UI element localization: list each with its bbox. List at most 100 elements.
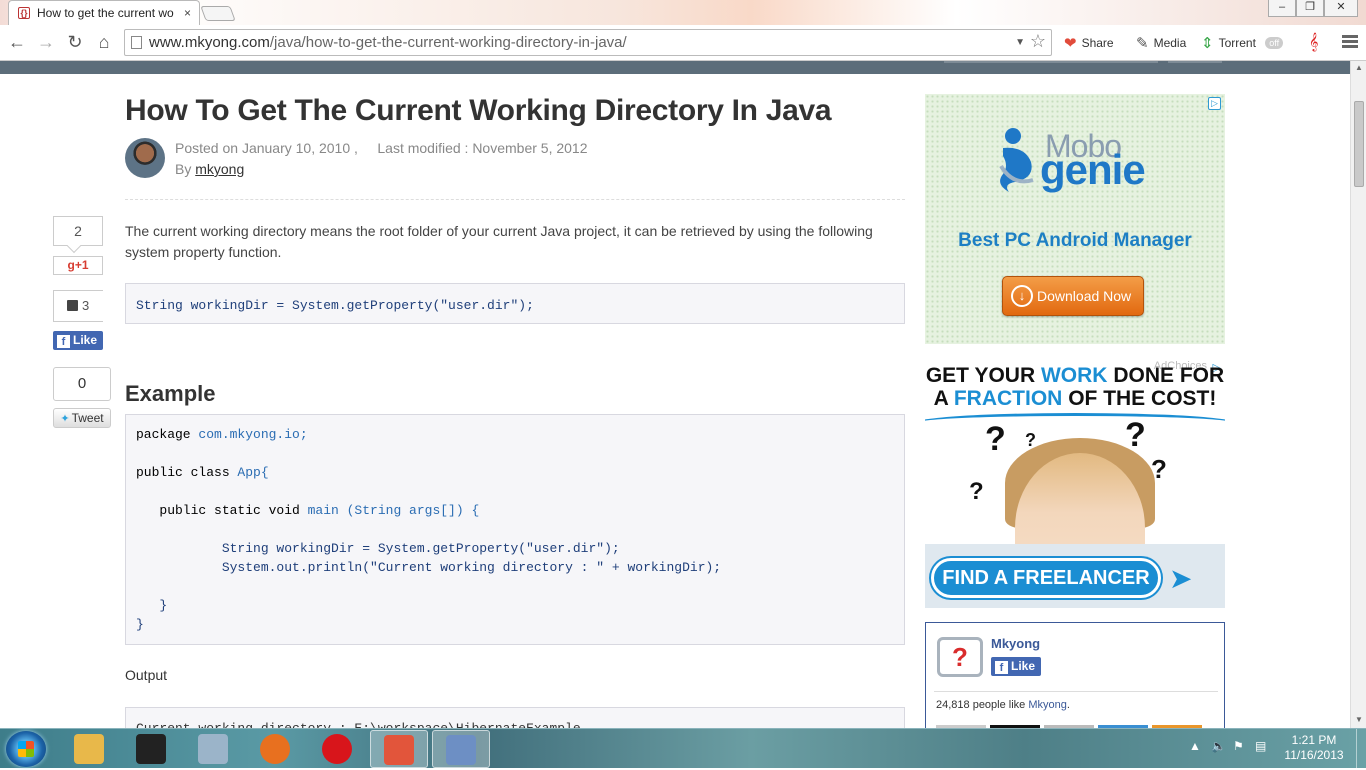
author-link[interactable]: mkyong (195, 161, 244, 177)
author-line: By mkyong (175, 161, 244, 177)
minimize-button[interactable]: – (1268, 0, 1296, 17)
torrent-extension-button[interactable]: ⇕ Torrent off (1201, 33, 1284, 53)
taskbar-app-virtualbox[interactable] (432, 730, 490, 768)
fb-page-name[interactable]: Mkyong (991, 636, 1040, 651)
taskbar-app-chrome-mod[interactable] (370, 730, 428, 768)
tray-expand-icon[interactable]: ▲ (1189, 739, 1201, 753)
genie-logo-icon (999, 128, 1034, 192)
find-freelancer-button[interactable]: FIND A FREELANCER (931, 558, 1161, 598)
download-now-button[interactable]: ↓ Download Now (1002, 276, 1144, 316)
facebook-icon: f (57, 335, 70, 348)
taskbar-app-explorer[interactable] (60, 730, 118, 768)
web-page: How To Get The Current Working Directory… (0, 61, 1350, 728)
divider (934, 691, 1218, 692)
tab-title: How to get the current wo (37, 6, 174, 20)
share-extension-button[interactable]: ❤ Share (1064, 33, 1114, 53)
ad-wave-decoration (925, 413, 1225, 433)
page-scrollbar[interactable]: ▲ ▼ (1350, 61, 1366, 728)
scroll-down-icon[interactable]: ▼ (1351, 715, 1366, 724)
divider (125, 199, 905, 200)
windows-taskbar: ▲ 🔈 ⚑ ▤ 1:21 PM 11/16/2013 (0, 728, 1366, 769)
start-button[interactable] (6, 731, 46, 767)
volume-icon[interactable]: 🔈 (1211, 739, 1226, 753)
mobogenie-ad[interactable]: ▷ Mobo genie Best PC Android Manager ↓ Do… (925, 94, 1225, 344)
scrollbar-thumb[interactable] (1354, 101, 1364, 187)
tweet-count: 0 (53, 367, 111, 401)
question-mark-icon: ? (985, 420, 1006, 458)
adchoices-icon[interactable]: ▷ (1208, 97, 1221, 110)
browser-tab-strip: {} How to get the current wo × – ❐ ✕ (0, 0, 1366, 25)
code-line: public class App{ (136, 465, 269, 480)
network-icon[interactable]: ▤ (1255, 739, 1266, 753)
scroll-up-icon[interactable]: ▲ (1351, 63, 1366, 72)
thumbs-up-icon (67, 300, 78, 311)
mkyong-logo-icon: ? (937, 637, 983, 677)
download-now-label: Download Now (1037, 288, 1132, 304)
code-snippet: String workingDir = System.getProperty("… (125, 283, 905, 324)
gplus-icon: g (67, 258, 75, 272)
home-icon[interactable]: ⌂ (93, 31, 115, 53)
code-line: public static void main (String args[]) … (136, 503, 480, 518)
code-line: package com.mkyong.io; (136, 427, 308, 442)
freelancer-ad[interactable]: AdChoices ▷ GET YOUR WORK DONE FOR A FRA… (925, 358, 1225, 608)
ad-headline-line1: GET YOUR WORK DONE FOR (925, 364, 1225, 387)
clock-time: 1:21 PM (1291, 733, 1337, 747)
site-header-bar (0, 61, 1350, 74)
system-clock[interactable]: 1:21 PM 11/16/2013 (1283, 733, 1345, 763)
close-window-button[interactable]: ✕ (1324, 0, 1358, 17)
post-dates: Posted on January 10, 2010 , Last modifi… (175, 140, 588, 156)
ad-headline-line2: A FRACTION OF THE COST! (933, 387, 1217, 410)
fb-page-like-button[interactable]: f Like (991, 657, 1041, 676)
output-line: Current working directory : E:\workspace… (136, 719, 894, 728)
twitter-bird-icon: ✦ (60, 413, 70, 425)
fb-page-like-label: Like (1011, 659, 1036, 673)
browser-tab-active[interactable]: {} How to get the current wo × (8, 0, 200, 25)
page-icon (131, 36, 142, 49)
mkyong-favicon-icon: {} (18, 7, 30, 19)
taskbar-app-firefox[interactable] (246, 730, 304, 768)
genie-wordmark: genie (1040, 146, 1146, 193)
show-desktop-button[interactable] (1356, 729, 1366, 769)
taskbar-app-calculator[interactable] (184, 730, 242, 768)
modified-date: Last modified : November 5, 2012 (377, 140, 588, 156)
chrome-menu-icon[interactable] (1342, 33, 1358, 53)
fb-likes-count: 24,818 people like Mkyong. (936, 699, 1070, 711)
code-line: System.out.println("Current working dire… (136, 560, 722, 575)
bookmark-star-icon[interactable]: ☆ (1030, 29, 1046, 54)
url-dropdown-icon[interactable]: ▼ (1015, 30, 1025, 55)
restore-button[interactable]: ❐ (1296, 0, 1324, 17)
output-code-block: Current working directory : E:\workspace… (125, 707, 905, 728)
taskbar-app-opera[interactable] (308, 730, 366, 768)
action-center-icon[interactable]: ⚑ (1233, 739, 1244, 753)
fb-page-link[interactable]: Mkyong (1028, 699, 1067, 711)
tab-close-icon[interactable]: × (184, 1, 191, 25)
media-extension-button[interactable]: ✎ Media (1136, 33, 1186, 53)
fb-like-label: Like (73, 333, 98, 347)
back-icon[interactable]: ← (6, 31, 28, 53)
question-mark-icon: ? (969, 478, 984, 505)
output-label: Output (125, 667, 168, 683)
browser-toolbar: ← → ↻ ⌂ www.mkyong.com/java/how-to-get-t… (0, 25, 1366, 61)
music-extension-icon[interactable]: 𝄞 (1309, 33, 1318, 53)
share-label: Share (1081, 36, 1114, 50)
address-bar[interactable]: www.mkyong.com/java/how-to-get-the-curre… (124, 29, 1052, 56)
freelancer-bird-icon: ➤ (1169, 563, 1193, 594)
tweet-button[interactable]: ✦ Tweet (53, 408, 111, 428)
gplus-button[interactable]: g+1 (53, 256, 103, 275)
opera-icon (322, 734, 352, 764)
forward-icon[interactable]: → (35, 31, 57, 53)
gplus-label: +1 (74, 258, 89, 272)
question-mark-icon: ? (1125, 416, 1146, 454)
facebook-page-box: ? Mkyong f Like 24,818 people like Mkyong… (925, 622, 1225, 728)
taskbar-app-djrazor[interactable] (122, 730, 180, 768)
fb-like-button[interactable]: f Like (53, 331, 103, 350)
code-line: } (136, 598, 168, 613)
windows-logo-icon (18, 741, 34, 757)
new-tab-button[interactable] (200, 6, 236, 21)
reload-icon[interactable]: ↻ (64, 31, 86, 53)
calculator-icon (198, 734, 228, 764)
download-arrow-icon: ↓ (1011, 285, 1033, 307)
firefox-icon (260, 734, 290, 764)
